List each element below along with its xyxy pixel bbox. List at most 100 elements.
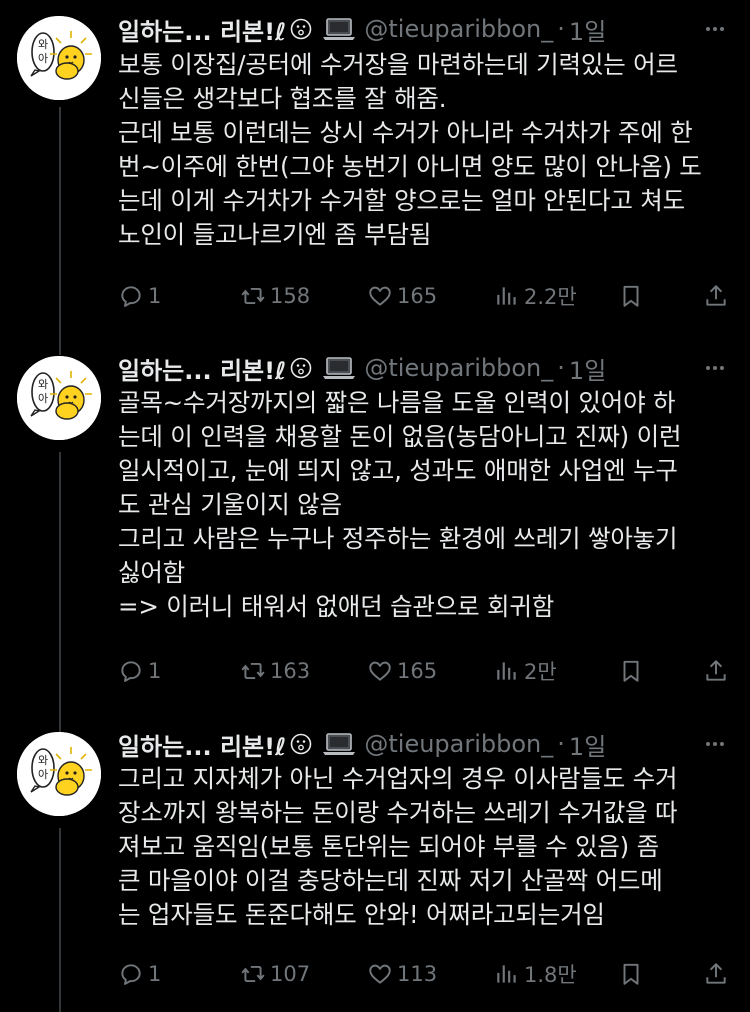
repost-count: 107: [270, 962, 311, 986]
user-handle[interactable]: @tieuparibbon_: [364, 730, 553, 758]
repost-icon: [241, 287, 265, 305]
repost-button[interactable]: 107: [240, 954, 310, 994]
tweet-text-line: 는데 이 인력을 채용할 돈이 없음(농담아니고 진짜) 이런: [118, 422, 682, 451]
views-icon: [497, 965, 516, 983]
separator-dot: ·: [557, 730, 565, 758]
views-icon: [497, 287, 516, 305]
tweet[interactable]: 와 아 일하는... 리본!ℓ: [0, 0, 750, 345]
laptop-icon: [323, 18, 356, 40]
share-icon: [706, 963, 726, 984]
views-count: 2만: [524, 660, 557, 684]
bookmark-button[interactable]: [618, 276, 644, 316]
like-icon: [369, 286, 391, 306]
tweet-text-line: 골목~수거장까지의 짧은 나름을 도울 인력이 있어야 하: [118, 388, 676, 417]
user-handle[interactable]: @tieuparibbon_: [364, 354, 553, 382]
reply-count: 1: [148, 284, 162, 308]
more-icon[interactable]: [695, 9, 735, 49]
thread-line: [59, 107, 61, 345]
tweet-text-line: 장소까지 왕복하는 돈이랑 수거하는 쓰레기 수거값을 따: [118, 798, 678, 827]
bookmark-button[interactable]: [618, 651, 644, 691]
avatar-image: 와 아: [17, 356, 101, 440]
tweet-text-line: 신들은 생각보다 협조를 잘 해줌.: [118, 84, 447, 113]
timestamp[interactable]: 1일: [569, 351, 606, 386]
reply-button[interactable]: 1: [118, 276, 161, 316]
avatar[interactable]: 와 아: [17, 732, 101, 816]
like-button[interactable]: 165: [367, 276, 437, 316]
display-name[interactable]: 일하는... 리본!ℓ: [118, 12, 286, 47]
reply-count: 1: [148, 659, 162, 683]
surprised-face-icon: [291, 733, 312, 755]
tweet-text-line: 싫어함: [118, 558, 186, 587]
user-handle[interactable]: @tieuparibbon_: [364, 15, 553, 43]
tweet-text-line: 그리고 지자체가 아닌 수거업자의 경우 이사람들도 수거: [118, 764, 678, 793]
timestamp[interactable]: 1일: [569, 727, 606, 762]
tweet[interactable]: 와 아 일하는... 리본!ℓ: [0, 345, 750, 720]
display-name[interactable]: 일하는... 리본!ℓ: [118, 727, 286, 762]
like-count: 165: [397, 659, 438, 683]
like-icon: [369, 661, 391, 681]
bookmark-icon: [623, 660, 639, 682]
views-button[interactable]: 2.2만: [494, 276, 577, 316]
reply-icon: [121, 661, 141, 682]
avatar[interactable]: 와 아: [17, 356, 101, 440]
repost-button[interactable]: 163: [240, 651, 310, 691]
like-icon: [369, 964, 391, 984]
repost-count: 163: [270, 659, 311, 683]
reply-button[interactable]: 1: [118, 954, 161, 994]
like-button[interactable]: 113: [367, 954, 437, 994]
thread-line: [59, 828, 61, 1012]
repost-icon: [241, 965, 265, 983]
like-count: 113: [397, 962, 438, 986]
avatar-image: 와 아: [17, 732, 101, 816]
bookmark-icon: [623, 285, 639, 307]
tweet-text: 보통 이장집/공터에 수거장을 마련하는데 기력있는 어르 신들은 생각보다 협…: [118, 48, 728, 252]
reply-icon: [121, 964, 141, 985]
avatar-image: 와 아: [17, 16, 101, 100]
reply-icon: [121, 286, 141, 307]
tweet-text-line: 근데 보통 이런데는 상시 수거가 아니라 수거차가 주에 한: [118, 118, 693, 147]
views-button[interactable]: 2만: [494, 651, 557, 691]
reply-button[interactable]: 1: [118, 651, 161, 691]
separator-dot: ·: [557, 15, 565, 43]
tweet-text-line: 일시적이고, 눈에 띄지 않고, 성과도 애매한 사업엔 누구: [118, 456, 678, 485]
tweet-text-line: 는 업자들도 돈준다해도 안와! 어쩌라고되는거임: [118, 900, 605, 929]
tweet[interactable]: 와 아 일하는... 리본!ℓ: [0, 720, 750, 1012]
tweet-text-line: 도 관심 기울이지 않음: [118, 490, 342, 519]
avatar-speech-text-2: 아: [38, 52, 48, 65]
share-button[interactable]: [703, 954, 729, 994]
repost-icon: [241, 662, 265, 680]
avatar-speech-text-2: 아: [38, 768, 48, 781]
share-button[interactable]: [703, 276, 729, 316]
repost-button[interactable]: 158: [240, 276, 310, 316]
like-count: 165: [397, 284, 438, 308]
avatar-speech-text-1: 와: [38, 754, 48, 767]
more-icon[interactable]: [695, 724, 735, 764]
avatar[interactable]: 와 아: [17, 16, 101, 100]
laptop-icon: [323, 357, 356, 379]
action-bar: 1 163 165 2만: [112, 651, 737, 691]
share-icon: [706, 285, 726, 306]
views-button[interactable]: 1.8만: [494, 954, 577, 994]
bookmark-button[interactable]: [618, 954, 644, 994]
avatar-speech-text-1: 와: [38, 38, 48, 51]
views-icon: [497, 662, 516, 680]
thread-line: [59, 720, 61, 732]
avatar-speech-text-1: 와: [38, 378, 48, 391]
repost-count: 158: [270, 284, 311, 308]
tweet-text-line: 큰 마을이야 이걸 충당하는데 진짜 저기 산골짝 어드메: [118, 866, 663, 895]
reply-count: 1: [148, 962, 162, 986]
surprised-face-icon: [291, 357, 312, 379]
tweet-text-line: 그리고 사람은 누구나 정주하는 환경에 쓰레기 쌓아놓기: [118, 524, 678, 553]
timestamp[interactable]: 1일: [569, 12, 606, 47]
like-button[interactable]: 165: [367, 651, 437, 691]
tweet-text-line: => 이러니 태워서 없애던 습관으로 회귀함: [118, 592, 555, 621]
share-button[interactable]: [703, 651, 729, 691]
display-name[interactable]: 일하는... 리본!ℓ: [118, 351, 286, 386]
tweet-header: 일하는... 리본!ℓ @tieuparibbon_ · 1일: [118, 724, 606, 764]
tweet-text-line: 번~이주에 한번(그야 농번기 아니면 양도 많이 안나옴) 도: [118, 152, 702, 181]
more-icon[interactable]: [695, 348, 735, 388]
tweet-text: 그리고 지자체가 아닌 수거업자의 경우 이사람들도 수거 장소까지 왕복하는 …: [118, 762, 728, 932]
separator-dot: ·: [557, 354, 565, 382]
share-icon: [706, 660, 726, 681]
tweet-header: 일하는... 리본!ℓ @tieuparibbon_ · 1일: [118, 9, 606, 49]
